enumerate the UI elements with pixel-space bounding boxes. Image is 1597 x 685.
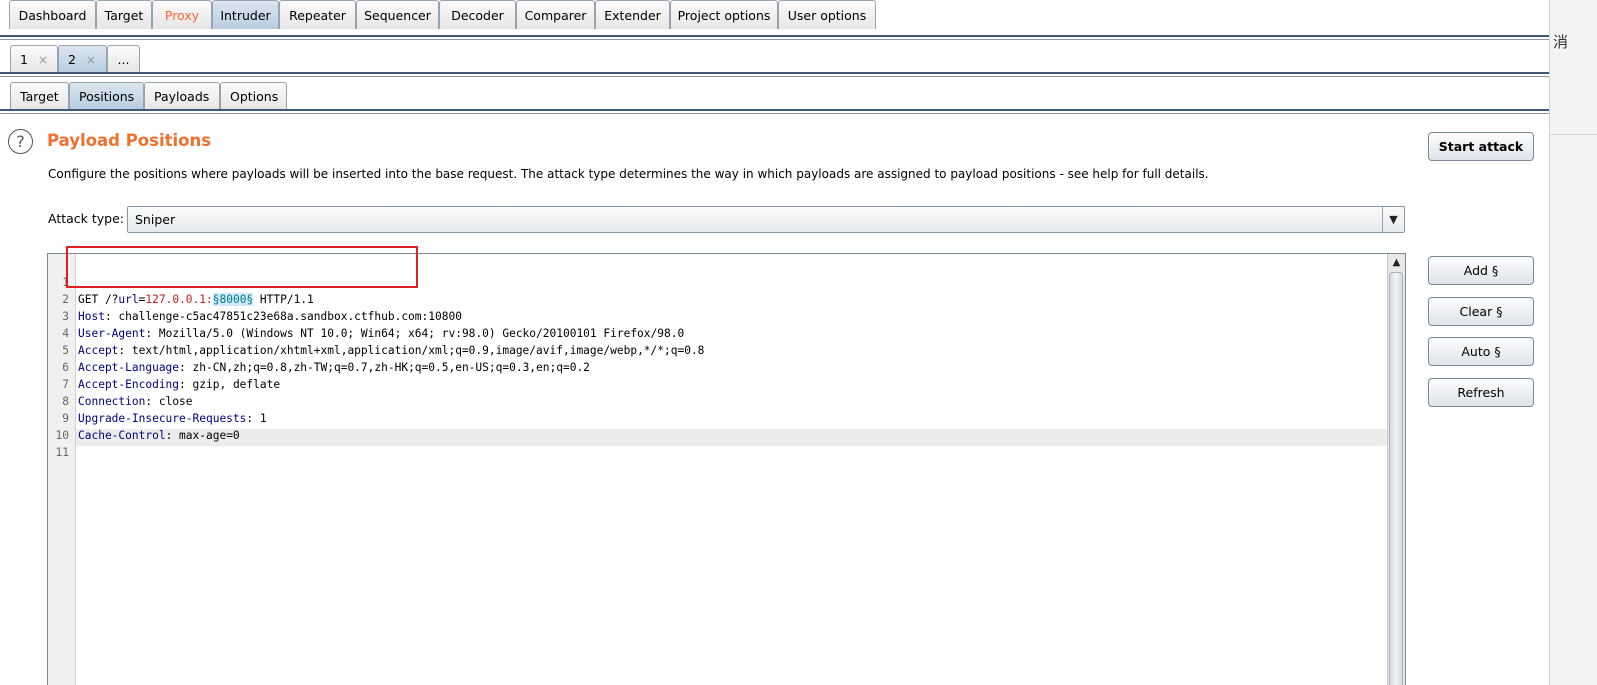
help-icon[interactable]: ? <box>8 129 33 154</box>
line-number: 11 <box>55 446 69 459</box>
clear-markers-button[interactable]: Clear § <box>1428 297 1534 326</box>
attack-type-select[interactable]: Sniper ▼ <box>127 206 1405 233</box>
subtab-options[interactable]: Options <box>220 82 287 109</box>
scrollbar-thumb[interactable] <box>1389 272 1403 685</box>
request-line: 10 <box>48 410 1388 442</box>
subtab-positions[interactable]: Positions <box>69 82 144 109</box>
tab-decoder[interactable]: Decoder <box>439 0 516 29</box>
tab-extender[interactable]: Extender <box>595 0 670 29</box>
add-marker-button[interactable]: Add § <box>1428 256 1534 285</box>
subtab-divider <box>0 109 1549 111</box>
intruder-tab-1[interactable]: 1 × <box>10 45 58 72</box>
tab-repeater[interactable]: Repeater <box>279 0 356 29</box>
tab-comparer[interactable]: Comparer <box>516 0 595 29</box>
editor-scrollbar[interactable]: ▲ <box>1387 254 1405 685</box>
scroll-up-icon[interactable]: ▲ <box>1388 254 1405 271</box>
chevron-down-icon[interactable]: ▼ <box>1382 207 1404 232</box>
request-line: 4 Accept: text/html,application/xhtml+xm… <box>48 308 1388 357</box>
refresh-button[interactable]: Refresh <box>1428 378 1534 407</box>
request-line: 3 User-Agent: Mozilla/5.0 (Windows NT 10… <box>48 291 1388 340</box>
tab-project-options[interactable]: Project options <box>670 0 778 29</box>
request-line: 7 Connection: close <box>48 359 1388 408</box>
highlight-annotation-box <box>66 246 418 288</box>
attack-type-label: Attack type: <box>48 211 125 226</box>
request-line: 8 Upgrade-Insecure-Requests: 1 <box>48 376 1388 425</box>
tab-target[interactable]: Target <box>96 0 152 29</box>
intruder-tab-new[interactable]: ... <box>107 45 140 72</box>
request-line: 6 Accept-Encoding: gzip, deflate <box>48 342 1388 391</box>
intruder-tab-2[interactable]: 2 × <box>58 45 107 72</box>
request-line: 9 Cache-Control: max-age=0 <box>48 393 1388 442</box>
tab-user-options[interactable]: User options <box>778 0 876 29</box>
start-attack-button[interactable]: Start attack <box>1428 132 1534 161</box>
main-tab-divider <box>0 35 1549 37</box>
strip-divider <box>1550 134 1597 135</box>
close-icon[interactable]: × <box>38 53 48 67</box>
intruder-tab-1-label: 1 <box>20 52 28 67</box>
intruder-tab-divider <box>0 72 1549 74</box>
section-title: Payload Positions <box>47 131 212 150</box>
close-icon[interactable]: × <box>86 53 96 67</box>
intruder-tab-2-label: 2 <box>68 52 76 67</box>
request-line: 11 <box>48 427 1388 459</box>
adjacent-window-strip <box>1549 0 1597 685</box>
main-tab-bar: Dashboard Target Proxy Intruder Repeater… <box>0 0 1549 36</box>
subtab-payloads[interactable]: Payloads <box>144 82 220 109</box>
section-description: Configure the positions where payloads w… <box>48 167 1209 181</box>
tab-intruder[interactable]: Intruder <box>212 0 279 29</box>
request-editor[interactable]: 1 GET /?url=127.0.0.1:§8000§ HTTP/1.1 2 … <box>47 253 1406 685</box>
subtab-divider-thin <box>0 113 1549 114</box>
adjacent-window-text: 消 <box>1553 33 1569 51</box>
tab-sequencer[interactable]: Sequencer <box>356 0 439 29</box>
auto-markers-button[interactable]: Auto § <box>1428 337 1534 366</box>
request-line: 5 Accept-Language: zh-CN,zh;q=0.8,zh-TW;… <box>48 325 1388 374</box>
intruder-tab-divider-thin <box>0 76 1549 77</box>
main-tab-divider-thin <box>0 39 1549 40</box>
attack-type-value: Sniper <box>135 212 176 227</box>
tab-proxy[interactable]: Proxy <box>152 0 212 29</box>
subtab-target[interactable]: Target <box>10 82 69 109</box>
tab-dashboard[interactable]: Dashboard <box>9 0 96 29</box>
